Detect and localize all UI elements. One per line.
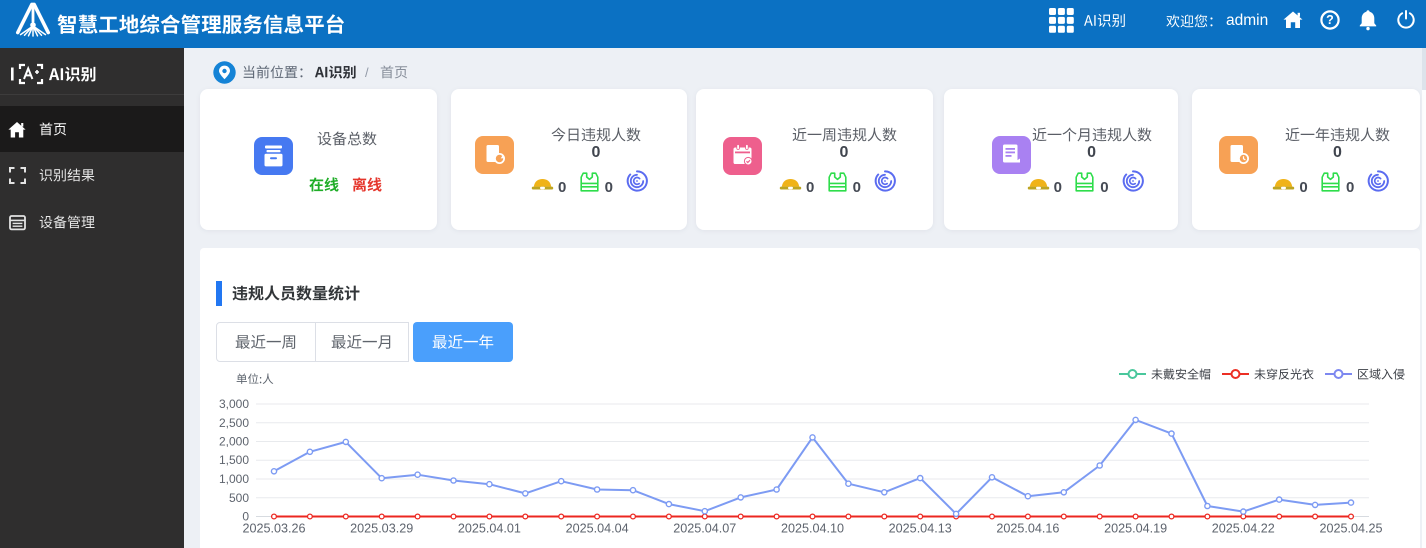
svg-text:500: 500 [229, 491, 249, 505]
svg-text:2,000: 2,000 [219, 435, 249, 449]
svg-text:2025.03.26: 2025.03.26 [242, 522, 305, 536]
svg-text:2025.04.25: 2025.04.25 [1319, 522, 1382, 536]
svg-text:2025.04.04: 2025.04.04 [566, 522, 629, 536]
svg-text:1,000: 1,000 [219, 472, 249, 486]
svg-text:3,000: 3,000 [219, 397, 249, 411]
svg-text:2025.04.10: 2025.04.10 [781, 522, 844, 536]
svg-text:2025.03.29: 2025.03.29 [350, 522, 413, 536]
svg-text:2025.04.16: 2025.04.16 [996, 522, 1059, 536]
svg-text:2025.04.19: 2025.04.19 [1104, 522, 1167, 536]
svg-text:2025.04.01: 2025.04.01 [458, 522, 521, 536]
svg-text:2,500: 2,500 [219, 416, 249, 430]
svg-text:2025.04.07: 2025.04.07 [673, 522, 736, 536]
svg-text:?: ? [1326, 13, 1334, 27]
svg-text:1,500: 1,500 [219, 453, 249, 467]
svg-text:2025.04.13: 2025.04.13 [889, 522, 952, 536]
svg-text:2025.04.22: 2025.04.22 [1212, 522, 1275, 536]
